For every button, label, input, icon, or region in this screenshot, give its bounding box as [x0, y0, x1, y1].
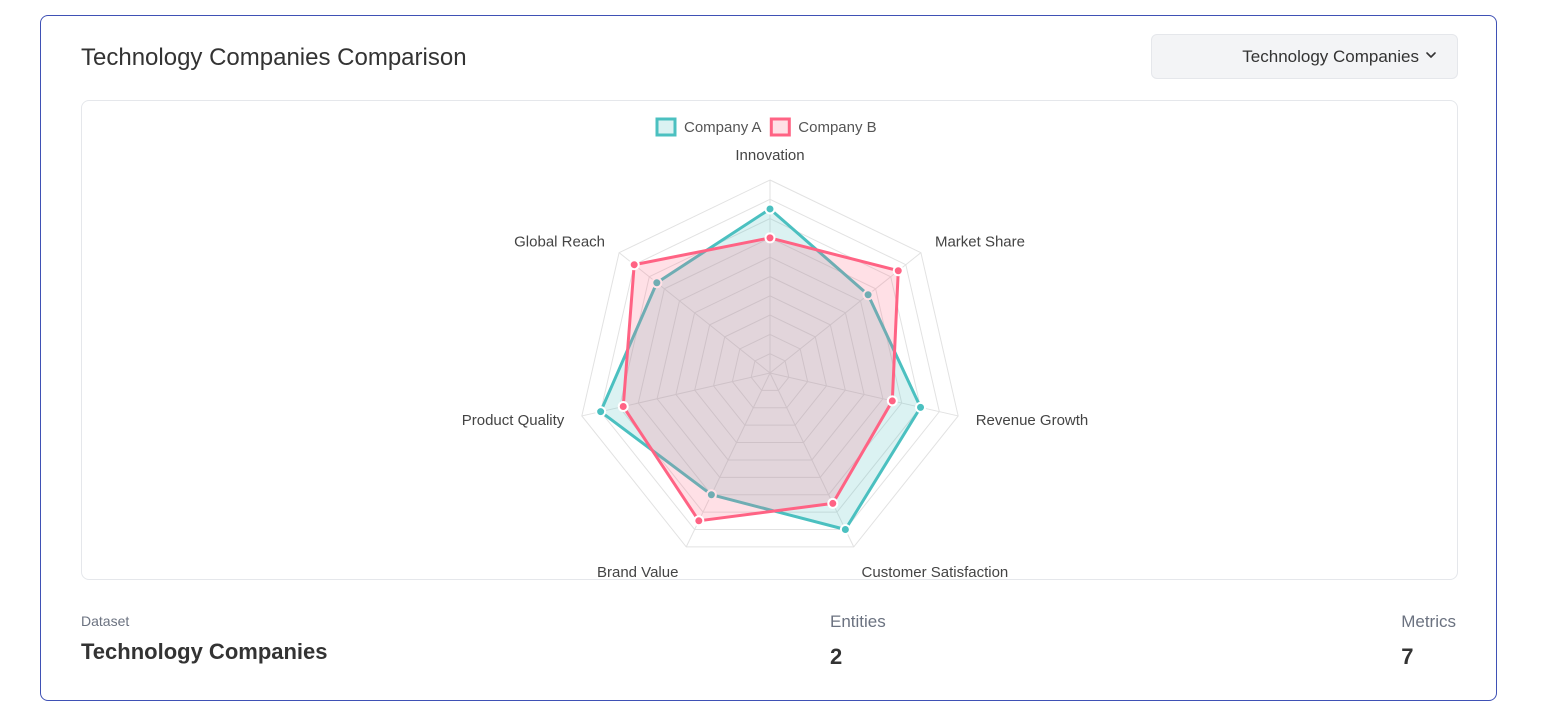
comparison-card: Technology Companies Comparison Technolo…	[40, 15, 1497, 701]
data-point	[617, 400, 629, 412]
dataset-label: Dataset	[81, 613, 130, 629]
axis-label: Brand Value	[597, 564, 678, 581]
radar-chart-svg: Innovation Market Share Revenue Growth Cust…	[462, 117, 1089, 581]
data-point	[827, 497, 839, 509]
page-title: Technology Companies Comparison	[81, 44, 467, 71]
dataset-dropdown[interactable]: Technology Companies	[1151, 34, 1458, 79]
axis-label: Global Reach	[514, 233, 605, 250]
entities-label: Entities	[830, 612, 886, 631]
dataset-stat: Dataset Technology Companies	[81, 613, 328, 665]
axis-label: Customer Satisfaction	[862, 564, 1009, 581]
legend-swatch	[655, 117, 677, 137]
axis-label: Product Quality	[462, 412, 565, 429]
entities-stat: Entities 2	[830, 612, 886, 670]
legend-swatch	[769, 117, 791, 137]
radar-chart: Innovation Market Share Revenue Growth Cust…	[81, 100, 1458, 581]
data-point	[693, 515, 705, 527]
metrics-value: 7	[1401, 644, 1414, 669]
chevron-down-icon	[1426, 52, 1436, 58]
metrics-stat: Metrics 7	[1401, 612, 1456, 670]
axis-label: Innovation	[735, 147, 804, 164]
data-point	[915, 401, 927, 413]
data-point	[764, 232, 776, 244]
data-point	[892, 265, 904, 277]
data-point	[628, 259, 640, 271]
data-point	[595, 406, 607, 418]
data-point	[839, 523, 851, 535]
entities-value: 2	[830, 644, 843, 669]
data-point	[764, 203, 776, 215]
data-point	[886, 395, 898, 407]
dropdown-selected-value: Technology Companies	[1242, 47, 1419, 66]
legend-label: Company B	[798, 119, 876, 136]
metrics-label: Metrics	[1401, 612, 1456, 631]
axis-label: Revenue Growth	[976, 412, 1089, 429]
legend-label: Company A	[684, 119, 762, 136]
axis-label: Market Share	[935, 233, 1025, 250]
dataset-value: Technology Companies	[81, 639, 328, 664]
